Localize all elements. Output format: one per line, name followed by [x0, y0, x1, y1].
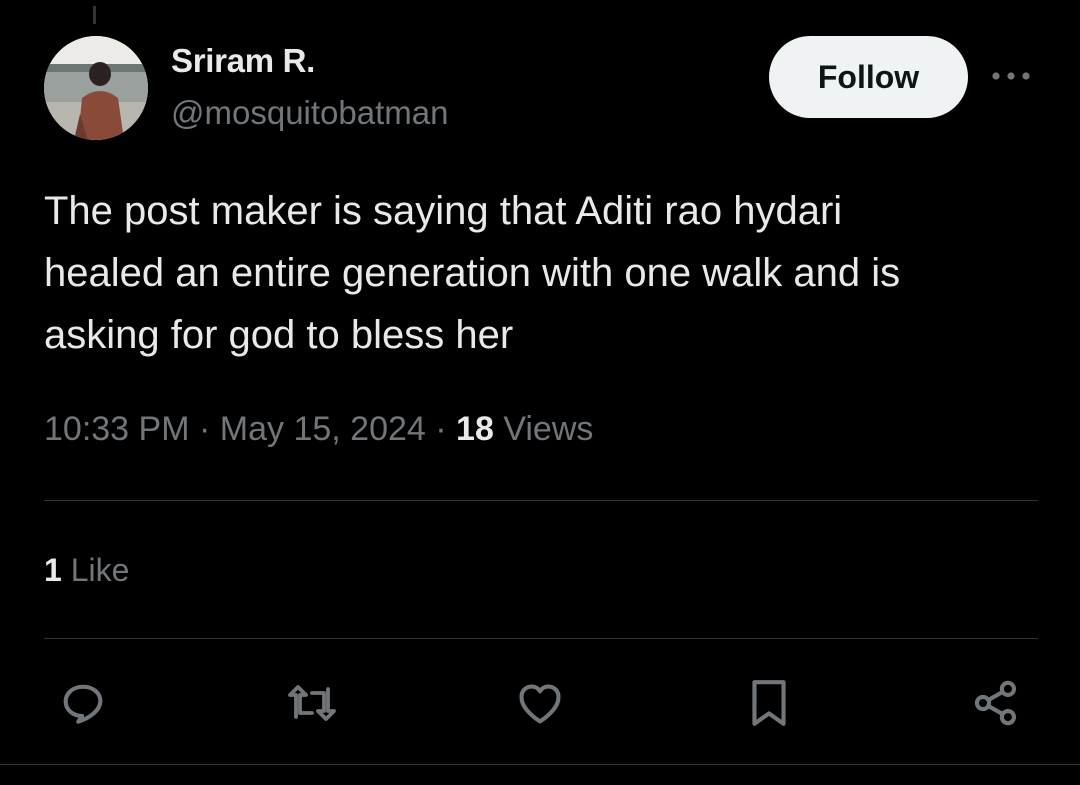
- like-button[interactable]: [514, 677, 566, 729]
- reply-button[interactable]: [57, 677, 109, 729]
- like-count: 1: [44, 552, 62, 588]
- views-label: Views: [503, 410, 594, 448]
- tweet-date[interactable]: May 15, 2024: [220, 410, 426, 448]
- likes-summary[interactable]: 1 Like: [44, 552, 129, 589]
- follow-button[interactable]: Follow: [769, 36, 968, 118]
- divider: [44, 638, 1038, 639]
- tweet-text: The post maker is saying that Aditi rao …: [44, 189, 901, 357]
- divider: [44, 500, 1038, 501]
- meta-separator: ·: [198, 410, 211, 448]
- reply-icon: [63, 684, 103, 724]
- thread-connector-line: [93, 6, 96, 24]
- retweet-button[interactable]: [286, 677, 338, 729]
- author-display-name[interactable]: Sriram R.: [171, 42, 315, 80]
- avatar-photo: [44, 36, 148, 140]
- bookmark-button[interactable]: [743, 677, 795, 729]
- author-handle[interactable]: @mosquitobatman: [171, 94, 448, 132]
- meta-separator: ·: [435, 410, 447, 448]
- like-label: Like: [70, 552, 130, 588]
- like-icon: [519, 684, 561, 724]
- share-icon: [974, 680, 1017, 726]
- divider: [0, 764, 1080, 765]
- bookmark-icon: [752, 680, 786, 726]
- avatar[interactable]: [44, 36, 148, 140]
- more-horizontal-icon[interactable]: [990, 62, 1032, 90]
- views-count: 18: [456, 410, 494, 448]
- share-button[interactable]: [970, 677, 1022, 729]
- retweet-icon: [288, 685, 336, 721]
- tweet-time[interactable]: 10:33 PM: [44, 410, 190, 448]
- tweet-metadata: 10:33 PM · May 15, 2024 · 18 Views: [44, 410, 593, 449]
